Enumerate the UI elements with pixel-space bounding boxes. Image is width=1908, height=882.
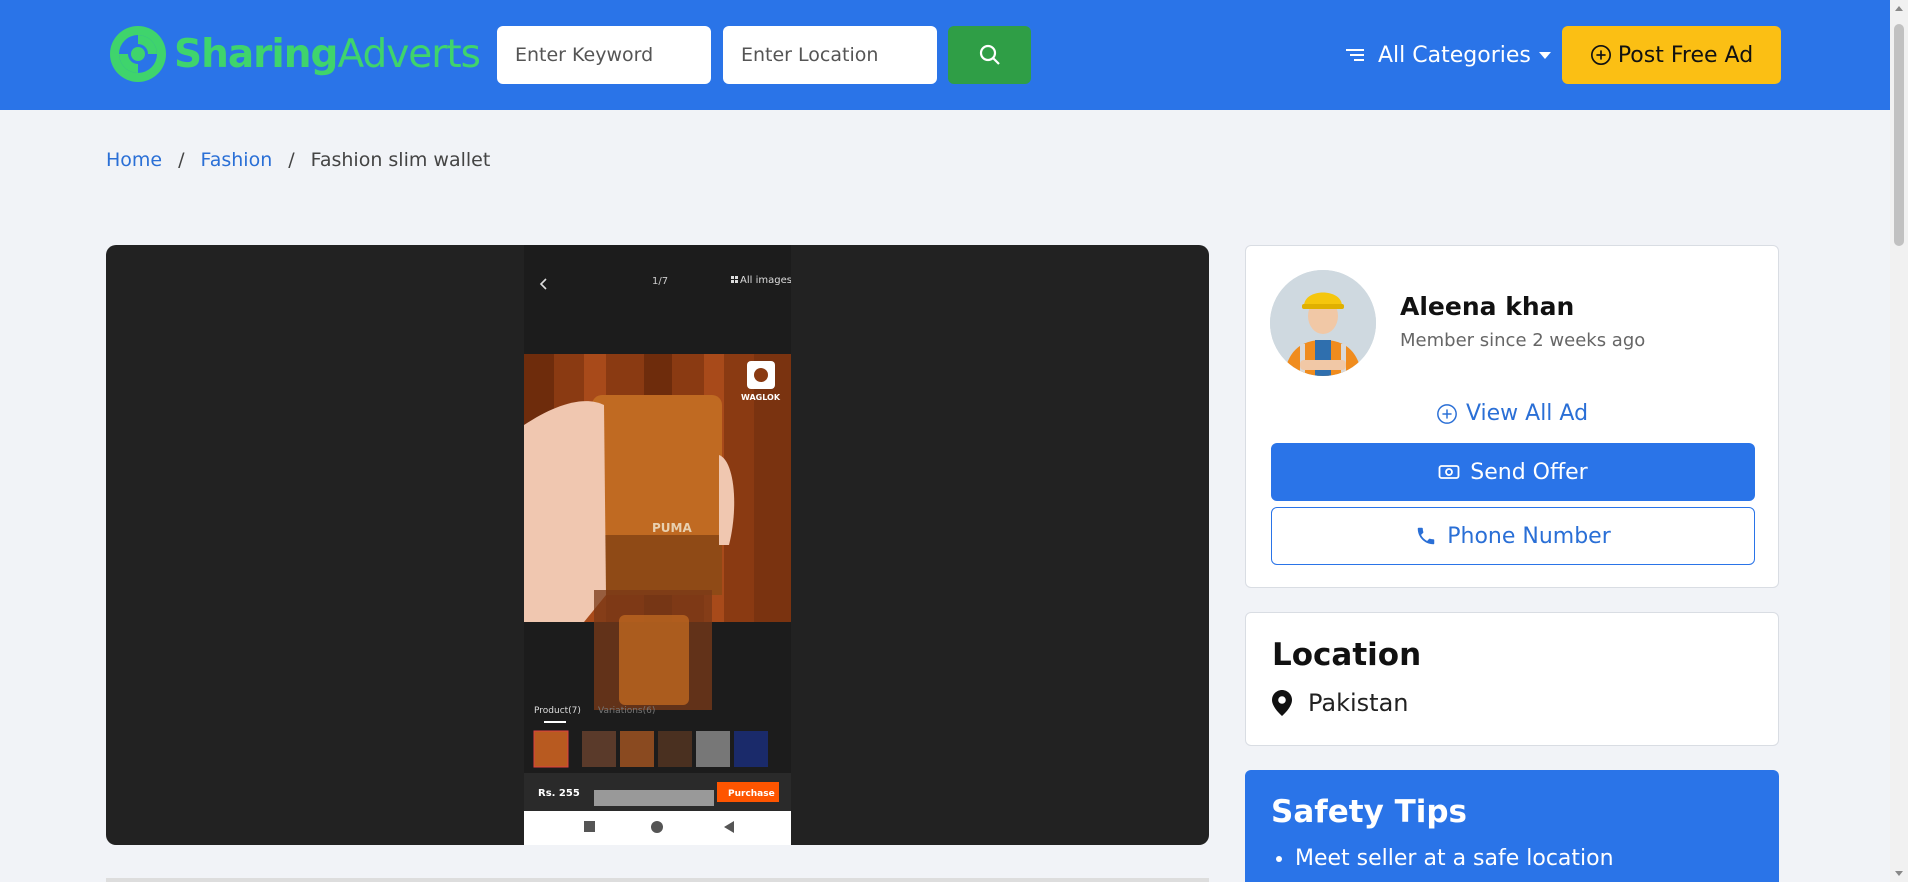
seller-card: Aleena khan Member since 2 weeks ago Vie… [1245,245,1779,588]
scrollbar-thumb[interactable] [1894,24,1904,246]
map-pin-icon [1272,690,1292,716]
scroll-down-arrow-icon[interactable] [1895,871,1903,876]
breadcrumb-category[interactable]: Fashion [201,149,273,171]
top-header: SharingAdverts All Categories Post Free … [0,0,1890,110]
breadcrumb-current: Fashion slim wallet [310,149,491,171]
avatar[interactable] [1270,270,1376,376]
purchase-button: Purchase [728,789,775,799]
breadcrumb-separator: / [288,149,295,171]
post-free-ad-button[interactable]: Post Free Ad [1562,26,1781,84]
breadcrumb: Home / Fashion / Fashion slim wallet [106,149,490,171]
breadcrumb-home[interactable]: Home [106,149,162,171]
price-tag: Rs. 255 [538,788,580,799]
seller-name: Aleena khan [1400,292,1575,321]
post-ad-label: Post Free Ad [1617,42,1754,68]
site-logo[interactable]: SharingAdverts [108,24,481,84]
tab-variations: Variations(6) [598,706,655,716]
safety-tip: Meet seller at a safe location [1295,846,1614,871]
view-all-label: View All Ad [1465,401,1589,426]
keyword-input[interactable] [497,26,711,84]
menu-lines-icon [1346,49,1364,61]
seller-avatar-image [1270,270,1376,376]
page-scrollbar[interactable] [1890,0,1908,882]
view-all-ads-link[interactable]: View All Ad [1246,401,1778,426]
product-photo-art: 1/7 All images PUMA WAGLOK Product(7) Va… [524,245,791,845]
plus-circle-icon [1590,45,1611,65]
image-counter: 1/7 [652,276,668,287]
categories-label: All Categories [1378,42,1531,68]
location-value: Pakistan [1308,689,1409,717]
safety-title: Safety Tips [1271,794,1467,830]
safety-tips-list: Meet seller at a safe location [1295,846,1614,871]
tab-product: Product(7) [534,706,581,716]
location-input[interactable] [723,26,937,84]
location-title: Location [1272,637,1422,673]
member-since: Member since 2 weeks ago [1400,330,1646,351]
breadcrumb-separator: / [178,149,185,171]
logo-text: SharingAdverts [174,31,481,77]
product-image-gallery[interactable]: 1/7 All images PUMA WAGLOK Product(7) Va… [106,245,1209,845]
search-button[interactable] [948,26,1031,84]
caret-down-icon [1538,51,1551,59]
send-offer-label: Send Offer [1470,459,1588,485]
location-place: Pakistan [1272,689,1409,717]
content-divider [106,878,1209,882]
location-card: Location Pakistan [1245,612,1779,746]
safety-tips-card: Safety Tips Meet seller at a safe locati… [1245,770,1779,882]
scroll-up-arrow-icon[interactable] [1895,6,1903,11]
logo-icon [110,26,166,82]
cash-icon [1438,465,1460,479]
product-image: 1/7 All images PUMA WAGLOK Product(7) Va… [524,245,791,845]
phone-icon [1417,527,1435,545]
send-offer-button[interactable]: Send Offer [1271,443,1755,501]
svg-text:PUMA: PUMA [652,521,692,535]
all-images-link: All images [740,275,791,286]
all-categories-dropdown[interactable]: All Categories [1344,26,1551,84]
phone-number-label: Phone Number [1447,523,1611,549]
phone-number-button[interactable]: Phone Number [1271,507,1755,565]
brand-watermark: WAGLOK [741,393,781,402]
search-icon [979,44,1000,65]
logo-text-part1: Sharing [174,31,338,77]
plus-circle-icon [1437,403,1457,424]
logo-text-part2: Adverts [337,31,480,77]
